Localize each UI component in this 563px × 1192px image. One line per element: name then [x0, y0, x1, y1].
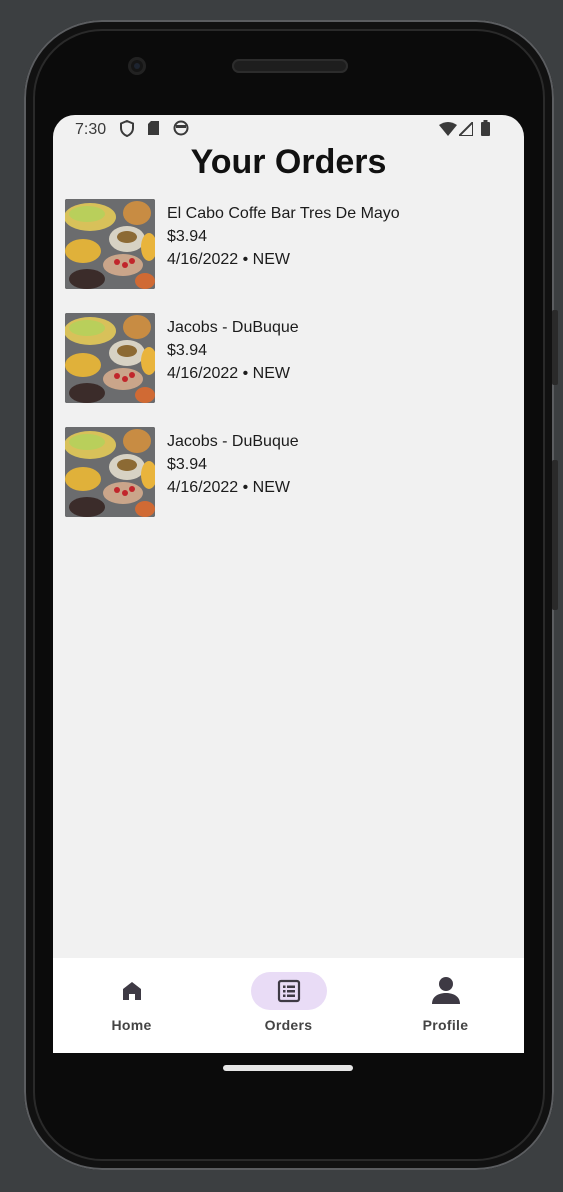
- status-time: 7:30: [75, 121, 107, 138]
- battery-icon: [481, 120, 490, 136]
- shield-icon: [120, 120, 134, 137]
- nav-label-home: Home: [111, 1017, 152, 1033]
- restaurant-name: El Cabo Coffe Bar Tres De Mayo: [167, 205, 400, 222]
- signal-icon: [459, 122, 473, 136]
- order-date-status: 4/16/2022 • NEW: [167, 479, 290, 496]
- nav-label-orders: Orders: [264, 1017, 313, 1033]
- order-item[interactable]: Jacobs - DuBuque $3.94 4/16/2022 • NEW: [65, 313, 515, 427]
- order-item[interactable]: El Cabo Coffe Bar Tres De Mayo $3.94 4/1…: [65, 199, 515, 313]
- food-thumbnail: [65, 199, 155, 289]
- earpiece-speaker: [232, 59, 348, 73]
- order-details: Jacobs - DuBuque $3.94 4/16/2022 • NEW: [167, 430, 299, 499]
- nav-item-orders[interactable]: Orders: [210, 958, 367, 1053]
- nav-label-profile: Profile: [422, 1017, 469, 1033]
- page-title: Your Orders: [190, 143, 387, 181]
- orders-list: El Cabo Coffe Bar Tres De Mayo $3.94 4/1…: [65, 199, 515, 541]
- gesture-home-indicator[interactable]: [223, 1065, 353, 1071]
- nav-item-profile[interactable]: Profile: [367, 958, 524, 1053]
- order-date-status: 4/16/2022 • NEW: [167, 251, 290, 268]
- restaurant-name: Jacobs - DuBuque: [167, 433, 299, 450]
- order-price: $3.94: [167, 228, 208, 245]
- profile-icon: [432, 977, 460, 1004]
- order-details: El Cabo Coffe Bar Tres De Mayo $3.94 4/1…: [167, 202, 400, 271]
- status-bar: 7:30: [53, 115, 524, 143]
- app-screen: 7:30 Your Orders El Cabo Coffe Bar Tres …: [53, 115, 524, 1053]
- sync-icon: [173, 120, 189, 136]
- order-price: $3.94: [167, 342, 208, 359]
- order-price: $3.94: [167, 456, 208, 473]
- bottom-navigation: Home Orders Profile: [53, 958, 524, 1053]
- food-thumbnail: [65, 313, 155, 403]
- nav-item-home[interactable]: Home: [53, 958, 210, 1053]
- food-thumbnail: [65, 427, 155, 517]
- orders-list-icon: [277, 979, 301, 1003]
- wifi-icon: [439, 122, 457, 136]
- order-item[interactable]: Jacobs - DuBuque $3.94 4/16/2022 • NEW: [65, 427, 515, 541]
- order-details: Jacobs - DuBuque $3.94 4/16/2022 • NEW: [167, 316, 299, 385]
- home-icon: [123, 982, 141, 1000]
- restaurant-name: Jacobs - DuBuque: [167, 319, 299, 336]
- order-date-status: 4/16/2022 • NEW: [167, 365, 290, 382]
- volume-button: [552, 310, 558, 385]
- front-camera: [128, 57, 146, 75]
- sd-card-icon: [148, 121, 159, 135]
- power-button: [552, 460, 558, 610]
